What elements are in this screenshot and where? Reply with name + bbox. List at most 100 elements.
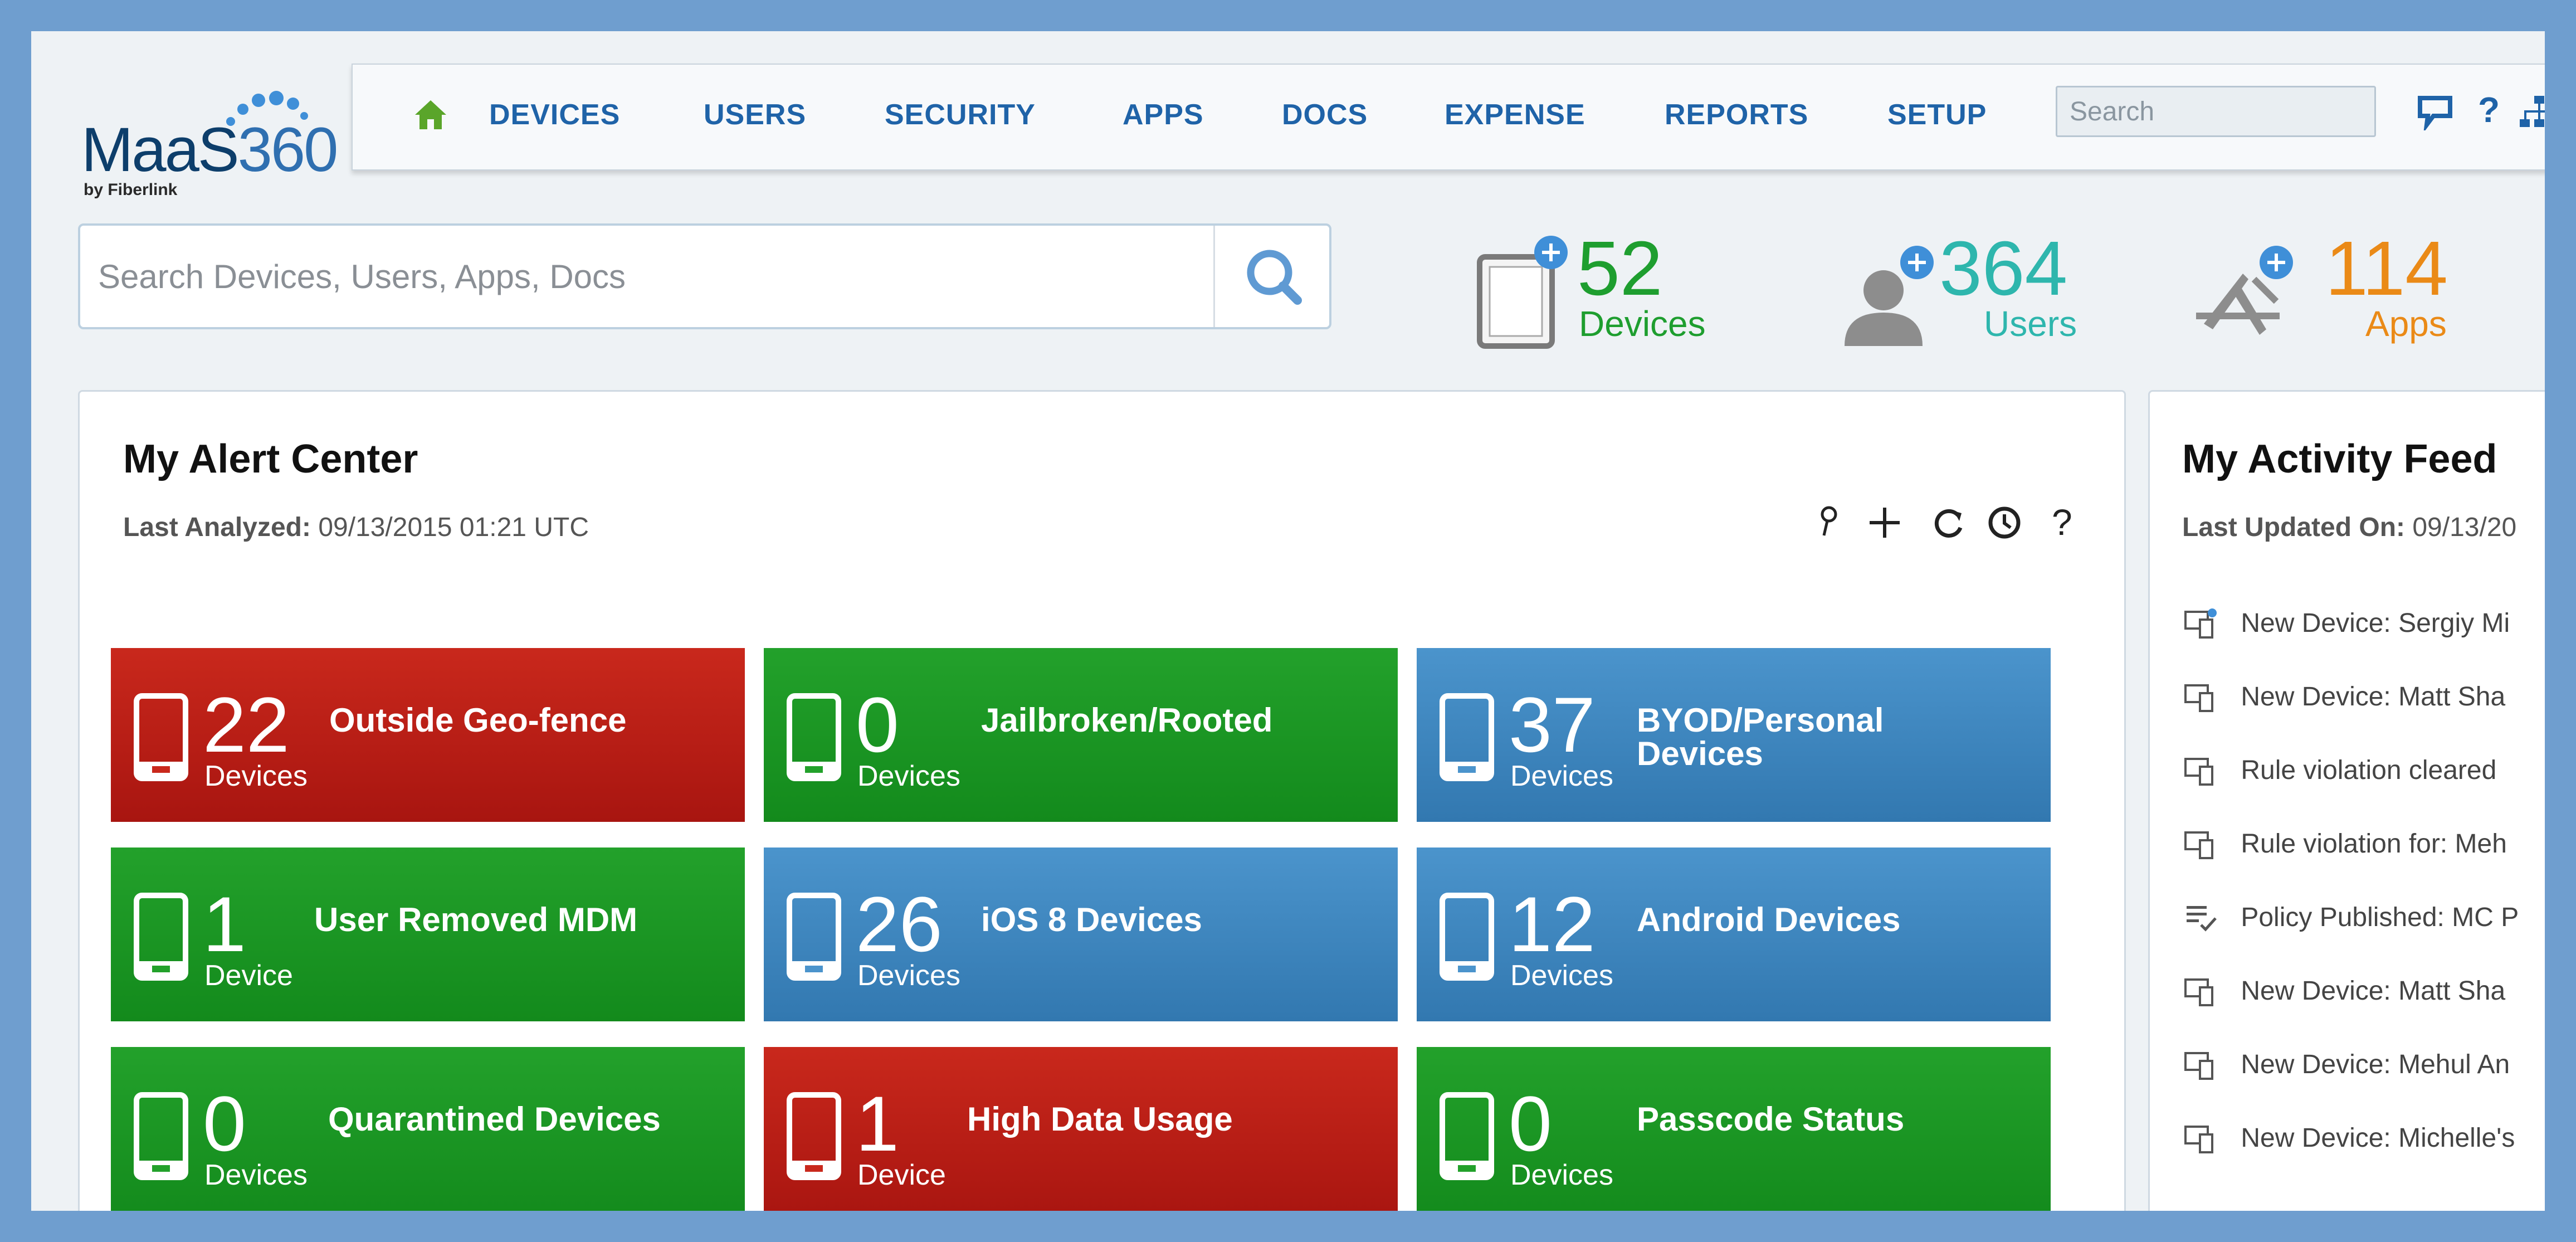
stat-apps-label: Apps [2365, 304, 2447, 344]
top-navigation: DEVICES USERS SECURITY APPS DOCS EXPENSE… [352, 64, 2545, 171]
feed-item[interactable]: New Device: Michelle's [2183, 1121, 2515, 1154]
tile-unit: Device [857, 1159, 946, 1191]
stat-apps[interactable]: 114 Apps [2193, 223, 2494, 357]
network-icon[interactable] [2520, 94, 2545, 133]
tile-title: Quarantined Devices [328, 1100, 661, 1138]
phone-icon [787, 693, 841, 781]
tile-count: 1 [856, 1080, 899, 1167]
logo-text: MaaS [81, 115, 240, 184]
tile-count: 1 [203, 880, 246, 968]
feed-item[interactable]: Policy Published: MC P [2183, 900, 2519, 933]
phone-icon [134, 693, 188, 781]
tile-outside-geofence[interactable]: 22 Devices Outside Geo-fence [111, 648, 745, 822]
stat-devices-label: Devices [1579, 304, 1706, 344]
refresh-icon[interactable] [1929, 503, 1968, 542]
tile-count: 0 [1509, 1080, 1552, 1167]
tile-title: iOS 8 Devices [981, 901, 1202, 938]
stat-users-count: 364 [1939, 226, 2068, 311]
nav-expense[interactable]: EXPENSE [1445, 98, 1585, 131]
search-icon [1247, 250, 1302, 305]
stat-devices[interactable]: 52 Devices [1474, 223, 1786, 357]
help-icon[interactable]: ? [2478, 89, 2500, 130]
device-icon [2184, 1126, 2213, 1154]
tablet-icon [1477, 236, 1568, 349]
device-icon [2184, 684, 2213, 713]
clock-icon[interactable] [1985, 503, 2024, 542]
tile-title: BYOD/Personal Devices [1637, 702, 1884, 772]
tile-byod[interactable]: 37 Devices BYOD/Personal Devices [1417, 648, 2051, 822]
feed-item[interactable]: New Device: Matt Sha [2183, 974, 2506, 1007]
feed-item[interactable]: New Device: Mehul An [2183, 1048, 2510, 1080]
phone-icon [787, 1092, 841, 1180]
tile-count: 0 [203, 1080, 246, 1167]
logo-subtitle: by Fiberlink [84, 181, 178, 199]
tile-passcode-status[interactable]: 0 Devices Passcode Status [1417, 1047, 2051, 1211]
add-icon[interactable] [1865, 503, 1904, 542]
feed-item-text: New Device: Matt Sha [2241, 976, 2506, 1006]
tile-title: User Removed MDM [314, 901, 638, 938]
nav-reports[interactable]: REPORTS [1665, 98, 1808, 131]
nav-apps[interactable]: APPS [1123, 98, 1204, 131]
device-icon [2184, 1052, 2213, 1080]
tile-title: Passcode Status [1637, 1100, 1905, 1138]
user-icon [1845, 246, 1934, 346]
phone-icon [1440, 693, 1494, 781]
global-search-button[interactable] [1213, 226, 1329, 327]
feed-item-text: Policy Published: MC P [2241, 902, 2519, 932]
tile-android-devices[interactable]: 12 Devices Android Devices [1417, 848, 2051, 1021]
last-analyzed-label: Last Analyzed: [123, 513, 311, 542]
logo-number: 360 [237, 115, 339, 184]
tile-unit: Devices [204, 1159, 308, 1191]
tile-unit: Devices [1510, 1159, 1613, 1191]
phone-icon [134, 893, 188, 981]
tile-user-removed-mdm[interactable]: 1 Device User Removed MDM [111, 848, 745, 1021]
feed-item[interactable]: New Device: Sergiy Mi [2183, 606, 2510, 639]
tile-title: High Data Usage [967, 1100, 1233, 1138]
nav-docs[interactable]: DOCS [1282, 98, 1368, 131]
feed-item-text: New Device: Matt Sha [2241, 681, 2506, 712]
policy-icon [2187, 906, 2217, 932]
tile-count: 26 [856, 880, 943, 968]
nav-security[interactable]: SECURITY [885, 98, 1036, 131]
last-updated-label: Last Updated On: [2182, 513, 2406, 542]
tile-title: Jailbroken/Rooted [981, 702, 1273, 739]
last-analyzed-value: 09/13/2015 01:21 UTC [318, 513, 589, 542]
global-search-box [78, 223, 1331, 329]
phone-icon [787, 893, 841, 981]
tile-quarantined-devices[interactable]: 0 Devices Quarantined Devices [111, 1047, 745, 1211]
alert-help-icon[interactable]: ? [2052, 501, 2072, 543]
tile-unit: Devices [204, 760, 308, 792]
pin-icon[interactable] [1815, 503, 1843, 542]
tile-unit: Devices [857, 760, 960, 792]
nav-setup[interactable]: SETUP [1887, 98, 1987, 131]
tile-count: 12 [1509, 880, 1596, 968]
nav-users[interactable]: USERS [704, 98, 806, 131]
feed-item[interactable]: Rule violation for: Meh [2183, 827, 2507, 860]
maas360-logo[interactable]: MaaS360 by Fiberlink [81, 81, 349, 199]
activity-feed-panel: My Activity Feed Last Updated On: 09/13/… [2148, 390, 2545, 1211]
chat-icon[interactable] [2417, 94, 2453, 130]
stat-users[interactable]: 364 Users [1839, 223, 2151, 357]
feed-item-text: Rule violation cleared [2241, 755, 2497, 785]
global-search-input[interactable] [97, 248, 1191, 305]
device-icon [2184, 831, 2213, 860]
phone-icon [134, 1092, 188, 1180]
feed-item-text: New Device: Michelle's [2241, 1123, 2515, 1153]
alert-center-last-analyzed: Last Analyzed: 09/13/2015 01:21 UTC [123, 512, 589, 543]
feed-item-text: New Device: Mehul An [2241, 1049, 2510, 1079]
tile-high-data-usage[interactable]: 1 Device High Data Usage [764, 1047, 1398, 1211]
home-icon[interactable] [413, 98, 448, 131]
device-icon [2184, 758, 2213, 786]
feed-item[interactable]: New Device: Matt Sha [2183, 680, 2506, 713]
tile-ios8-devices[interactable]: 26 Devices iOS 8 Devices [764, 848, 1398, 1021]
feed-item[interactable]: Rule violation cleared [2183, 753, 2496, 786]
nav-search-input[interactable] [2056, 86, 2376, 137]
tile-unit: Devices [857, 959, 960, 992]
nav-devices[interactable]: DEVICES [489, 98, 620, 131]
apps-icon [2196, 246, 2293, 335]
alert-center-title: My Alert Center [123, 437, 418, 481]
last-updated-value: 09/13/20 [2412, 513, 2517, 542]
tile-count: 22 [203, 681, 290, 768]
tile-jailbroken[interactable]: 0 Devices Jailbroken/Rooted [764, 648, 1398, 822]
stat-devices-count: 52 [1577, 226, 1663, 311]
